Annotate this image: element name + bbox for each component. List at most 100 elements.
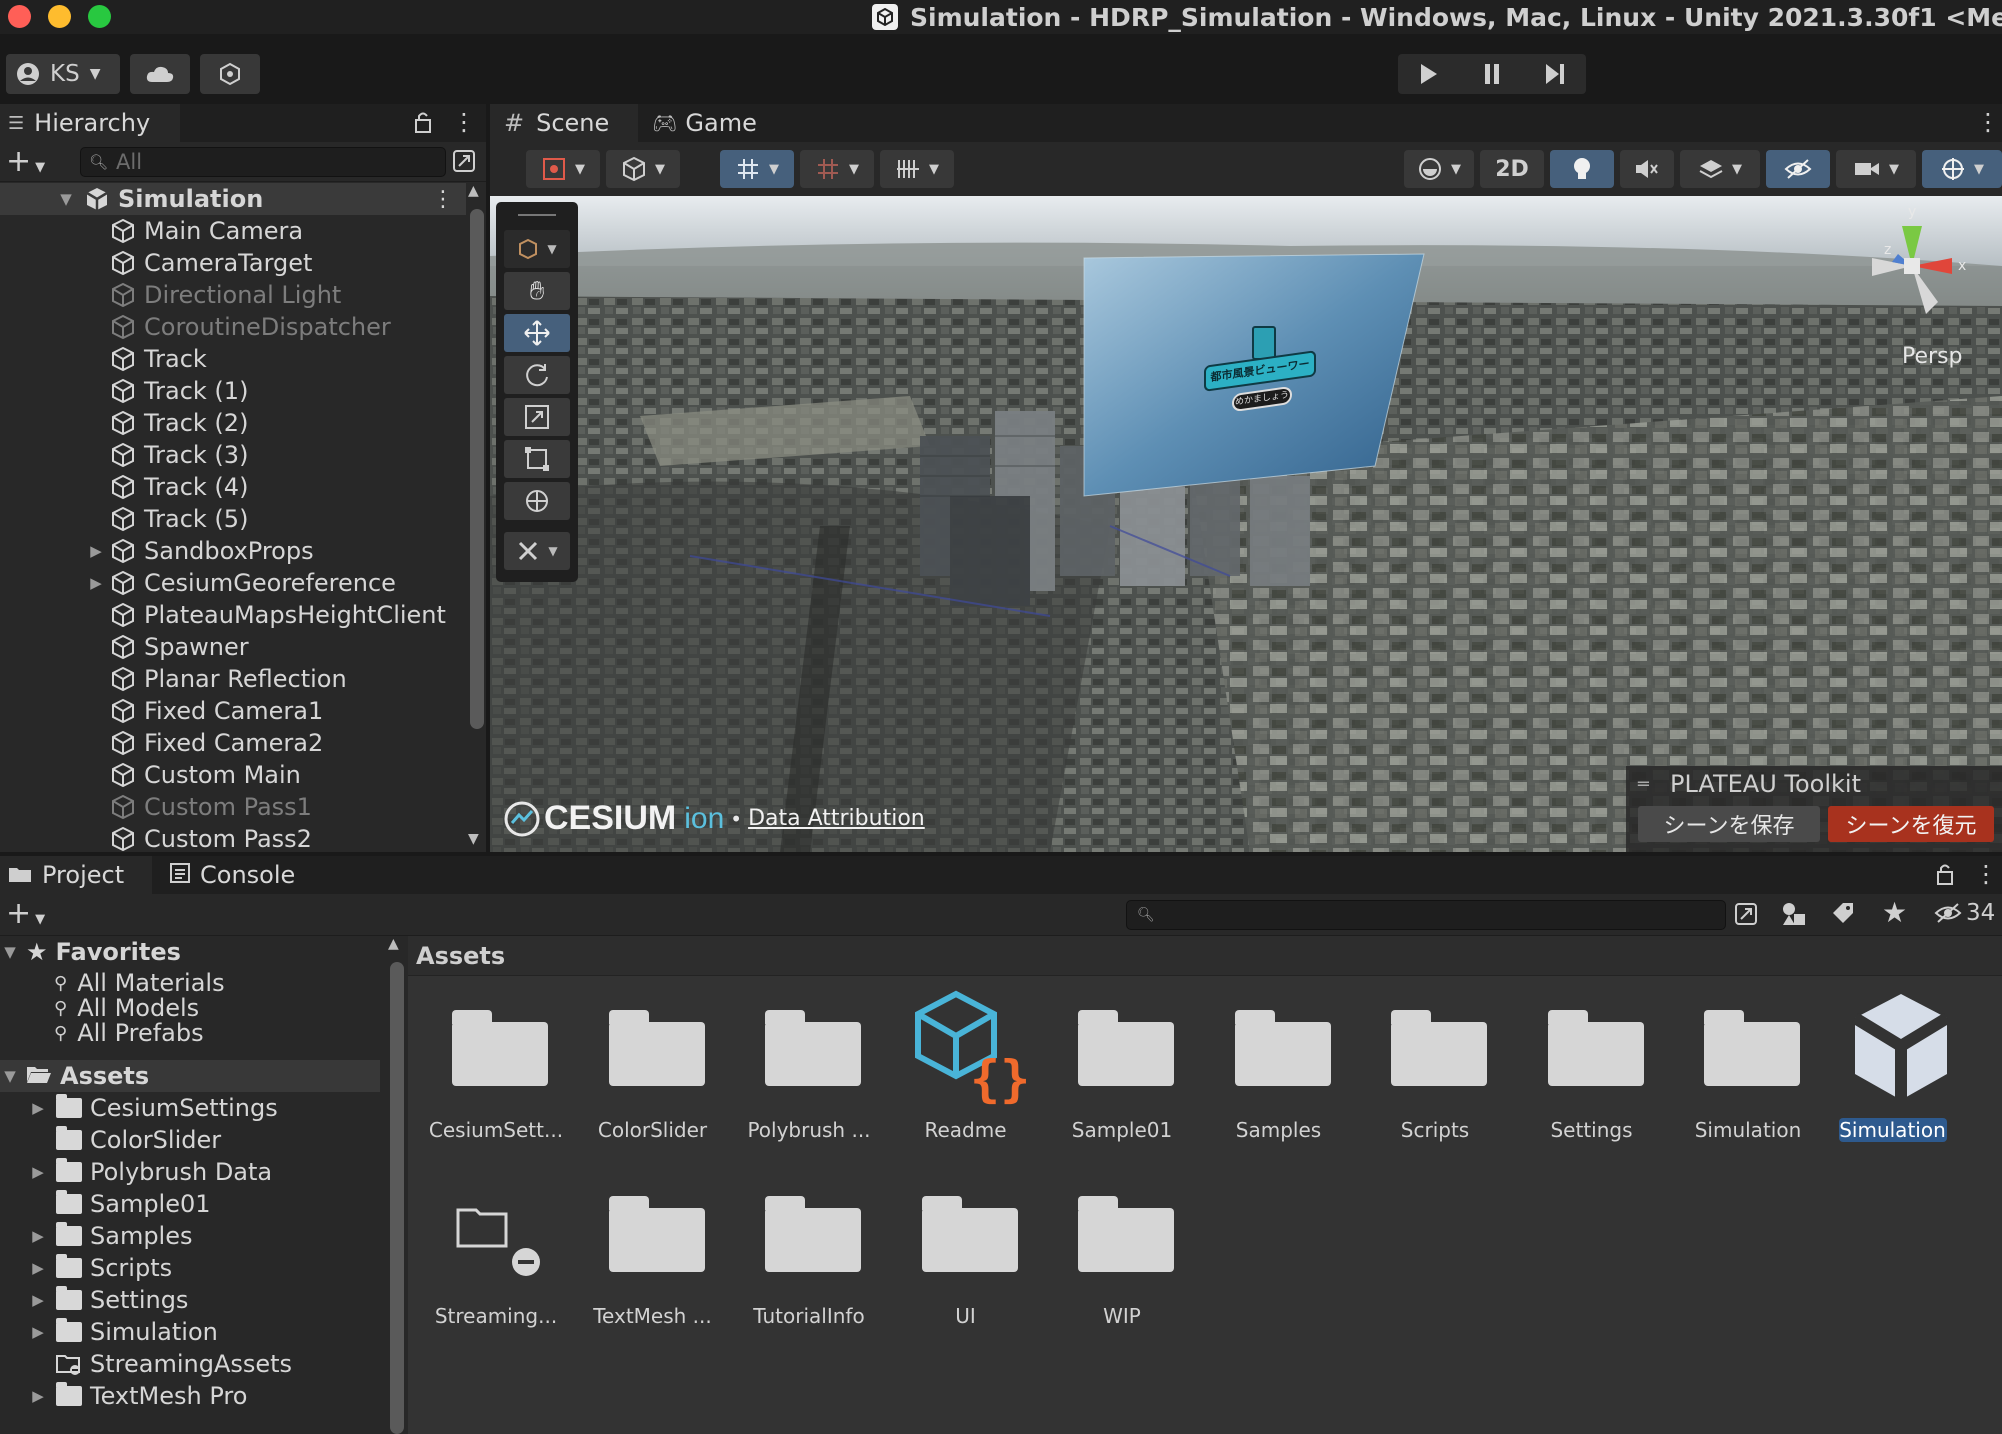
asset-item[interactable]: CesiumSett... <box>418 992 568 1162</box>
hidden-packages-toggle[interactable]: 34 <box>1934 900 1995 926</box>
assets-tree-item[interactable]: ▶ Settings <box>0 1284 380 1316</box>
hierarchy-item[interactable]: Track (1) <box>0 375 466 407</box>
scrollbar-thumb[interactable] <box>390 962 404 1434</box>
tab-hierarchy[interactable]: ☰ Hierarchy <box>0 104 180 142</box>
add-object-button[interactable]: + ▼ <box>6 144 45 179</box>
custom-tools-dropdown[interactable]: ▼ <box>504 532 570 570</box>
transform-tool-button[interactable] <box>504 482 570 520</box>
foldout-collapsed-icon[interactable]: ▶ <box>28 1291 48 1309</box>
filter-by-type-icon[interactable] <box>1780 900 1808 932</box>
asset-item[interactable]: WIP <box>1044 1178 1194 1348</box>
hierarchy-root-scene[interactable]: ▼ Simulation ⋮ <box>0 183 466 215</box>
hierarchy-item[interactable]: Track (2) <box>0 407 466 439</box>
toggle-2d-button[interactable]: 2D <box>1480 150 1544 188</box>
assets-tree-item[interactable]: Sample01 <box>0 1188 380 1220</box>
asset-item[interactable]: {} Readme <box>888 990 1038 1162</box>
account-dropdown[interactable]: KS ▼ <box>6 54 120 94</box>
minimize-window-button[interactable] <box>48 5 71 28</box>
kebab-menu-icon[interactable]: ⋮ <box>452 108 476 136</box>
hierarchy-item[interactable]: Track (5) <box>0 503 466 535</box>
asset-item[interactable]: Simulation <box>1670 992 1820 1162</box>
lock-icon[interactable] <box>1936 862 1954 890</box>
hierarchy-item[interactable]: Planar Reflection <box>0 663 466 695</box>
foldout-collapsed-icon[interactable]: ▶ <box>28 1227 48 1245</box>
assets-tree-item[interactable]: ▶ Samples <box>0 1220 380 1252</box>
hierarchy-item[interactable]: Custom Main <box>0 759 466 791</box>
rect-tool-button[interactable] <box>504 440 570 478</box>
pause-button[interactable] <box>1461 54 1524 94</box>
hierarchy-item[interactable]: Main Camera <box>0 215 466 247</box>
hierarchy-item[interactable]: ▶ CesiumGeoreference <box>0 567 466 599</box>
lighting-toggle[interactable] <box>1550 150 1614 188</box>
assets-tree-item[interactable]: ▶ Scripts <box>0 1252 380 1284</box>
services-button[interactable] <box>200 54 260 94</box>
scene-kebab-icon[interactable]: ⋮ <box>432 187 454 212</box>
lock-icon[interactable] <box>414 110 432 138</box>
hierarchy-item[interactable]: Track (4) <box>0 471 466 503</box>
hand-tool-button[interactable]: ✋︎ <box>504 272 570 310</box>
scroll-down-icon[interactable]: ▼ <box>468 831 479 847</box>
kebab-menu-icon[interactable]: ⋮ <box>1974 860 1998 888</box>
scrollbar-thumb[interactable] <box>470 209 484 729</box>
hierarchy-item[interactable]: Fixed Camera1 <box>0 695 466 727</box>
hierarchy-item[interactable]: ▶ SandboxProps <box>0 535 466 567</box>
grid-snapping-toggle[interactable]: ▼ <box>720 150 794 188</box>
gizmo-view-label[interactable]: Persp <box>1902 344 1963 369</box>
project-search-field[interactable]: 🔍︎ <box>1126 900 1726 930</box>
assets-tree-item[interactable]: ▶ Polybrush Data <box>0 1156 380 1188</box>
assets-breadcrumb-label[interactable]: Assets <box>416 942 505 970</box>
foldout-collapsed-icon[interactable]: ▶ <box>28 1163 48 1181</box>
assets-tree-item[interactable]: ▶ CesiumSettings <box>0 1092 380 1124</box>
asset-item[interactable]: Simulation <box>1827 992 1977 1162</box>
hierarchy-search-field[interactable]: 🔍︎ All <box>80 147 446 177</box>
asset-item[interactable]: Sample01 <box>1044 992 1194 1162</box>
foldout-collapsed-icon[interactable]: ▶ <box>28 1387 48 1405</box>
search-options-icon[interactable] <box>452 149 476 177</box>
effects-dropdown[interactable]: ▼ <box>1680 150 1760 188</box>
hierarchy-item[interactable]: Directional Light <box>0 279 466 311</box>
camera-settings-dropdown[interactable]: ▼ <box>1836 150 1916 188</box>
draw-mode-dropdown[interactable]: ▼ <box>526 150 600 188</box>
asset-item[interactable]: Settings <box>1514 992 1664 1162</box>
hierarchy-item[interactable]: Spawner <box>0 631 466 663</box>
palette-drag-handle[interactable] <box>518 214 556 216</box>
tab-project[interactable]: Project <box>0 856 152 894</box>
rotate-tool-button[interactable] <box>504 356 570 394</box>
favorites-section[interactable]: ▼ ★ Favorites <box>0 936 380 968</box>
assets-tree-item[interactable]: StreamingAssets <box>0 1348 380 1380</box>
move-tool-button[interactable] <box>504 314 570 352</box>
foldout-collapsed-icon[interactable]: ▶ <box>28 1099 48 1117</box>
cloud-button[interactable] <box>130 54 190 94</box>
restore-scene-button[interactable]: シーンを復元 <box>1828 806 1994 842</box>
foldout-expanded-icon[interactable]: ▼ <box>56 190 76 208</box>
scene-kebab-menu-icon[interactable]: ⋮ <box>1976 108 2000 136</box>
close-window-button[interactable] <box>8 5 31 28</box>
grid-visibility-dropdown[interactable]: ▼ <box>880 150 954 188</box>
hierarchy-item[interactable]: CoroutineDispatcher <box>0 311 466 343</box>
overlay-drag-handle-icon[interactable]: ═ <box>1638 774 1649 795</box>
asset-item[interactable]: TextMesh ... <box>575 1178 725 1348</box>
audio-toggle[interactable] <box>1620 150 1674 188</box>
foldout-expanded-icon[interactable]: ▼ <box>0 943 20 961</box>
hierarchy-item[interactable]: CameraTarget <box>0 247 466 279</box>
shading-mode-dropdown[interactable]: ▼ <box>606 150 680 188</box>
scroll-up-icon[interactable]: ▲ <box>468 183 479 199</box>
foldout-collapsed-icon[interactable]: ▶ <box>28 1259 48 1277</box>
hierarchy-item[interactable]: Custom Pass2 <box>0 823 466 852</box>
favorite-star-icon[interactable]: ★ <box>1882 896 1907 929</box>
assets-tree-item[interactable]: ▶ TextMesh Pro <box>0 1380 380 1412</box>
scene-viewport[interactable]: 都市風景ビューワー めかましょう ▼ ✋︎ ▼ y x z Persp CESI… <box>490 196 2002 852</box>
gizmos-dropdown[interactable]: ▼ <box>1922 150 2002 188</box>
hierarchy-item[interactable]: Custom Pass1 <box>0 791 466 823</box>
play-button[interactable] <box>1398 54 1461 94</box>
scroll-up-icon[interactable]: ▲ <box>388 936 399 952</box>
favorites-item[interactable]: ⚲ All Prefabs <box>0 1017 380 1049</box>
search-options-icon[interactable] <box>1734 902 1758 930</box>
asset-item[interactable]: Scripts <box>1357 992 1507 1162</box>
asset-item[interactable]: TutorialInfo <box>731 1178 881 1348</box>
step-button[interactable] <box>1523 54 1586 94</box>
filter-by-label-icon[interactable] <box>1830 900 1856 930</box>
tab-console[interactable]: Console <box>160 856 310 894</box>
asset-item[interactable]: UI <box>888 1178 1038 1348</box>
asset-item[interactable]: Samples <box>1201 992 1351 1162</box>
